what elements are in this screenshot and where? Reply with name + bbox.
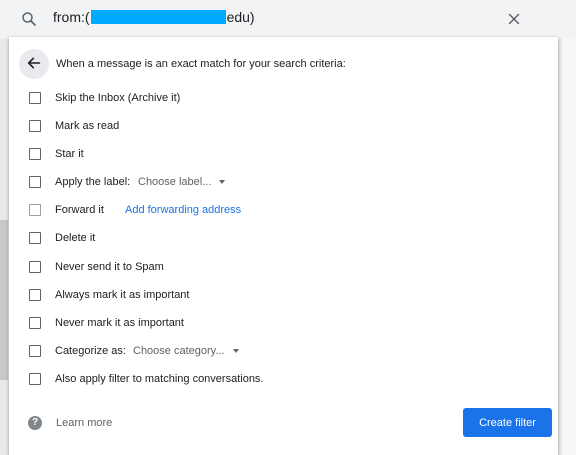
option-label: Categorize as: <box>55 345 126 357</box>
chevron-down-icon <box>219 180 226 184</box>
star-checkbox[interactable] <box>29 148 41 160</box>
option-label: Also apply filter to matching conversati… <box>55 373 264 385</box>
delete-checkbox[interactable] <box>29 232 41 244</box>
dropdown-value: Choose category... <box>133 345 225 357</box>
option-never-spam: Never send it to Spam <box>29 257 164 277</box>
option-star: Star it <box>29 144 84 164</box>
learn-more-link[interactable]: Learn more <box>56 417 112 429</box>
option-skip-inbox: Skip the Inbox (Archive it) <box>29 88 180 108</box>
always-important-checkbox[interactable] <box>29 289 41 301</box>
option-apply-matching: Also apply filter to matching conversati… <box>29 369 264 389</box>
option-label: Never mark it as important <box>55 317 184 329</box>
apply-label-checkbox[interactable] <box>29 176 41 188</box>
add-forwarding-address-link[interactable]: Add forwarding address <box>125 204 241 216</box>
option-label: Forward it <box>55 204 104 216</box>
option-apply-label: Apply the label: Choose label... <box>29 172 226 192</box>
apply-matching-checkbox[interactable] <box>29 373 41 385</box>
option-always-important: Always mark it as important <box>29 285 189 305</box>
dropdown-value: Choose label... <box>138 176 212 188</box>
option-label: Always mark it as important <box>55 289 190 301</box>
option-forward: Forward it Add forwarding address <box>29 200 241 220</box>
label-dropdown[interactable]: Choose label... <box>138 176 226 188</box>
search-icon[interactable] <box>20 10 38 28</box>
redacted-email <box>90 10 226 24</box>
arrow-left-icon <box>26 55 42 74</box>
background-sidebar <box>0 220 8 380</box>
option-label: Never send it to Spam <box>55 261 164 273</box>
category-dropdown[interactable]: Choose category... <box>133 345 239 357</box>
categorize-checkbox[interactable] <box>29 345 41 357</box>
never-important-checkbox[interactable] <box>29 317 41 329</box>
forward-checkbox[interactable] <box>29 204 41 216</box>
back-button[interactable] <box>19 49 49 79</box>
query-prefix: from:( <box>53 9 90 25</box>
filter-options-panel: When a message is an exact match for you… <box>9 37 558 455</box>
option-label: Mark as read <box>55 120 120 132</box>
option-label: Skip the Inbox (Archive it) <box>55 92 181 104</box>
option-label: Delete it <box>55 232 96 244</box>
option-label: Apply the label: <box>55 176 131 188</box>
option-label: Star it <box>55 148 84 160</box>
close-icon[interactable] <box>505 10 523 28</box>
create-filter-button[interactable]: Create filter <box>463 408 552 437</box>
option-categorize: Categorize as: Choose category... <box>29 341 239 361</box>
option-delete: Delete it <box>29 228 95 248</box>
search-bar: from:( edu) <box>0 0 576 38</box>
panel-heading: When a message is an exact match for you… <box>56 58 346 70</box>
chevron-down-icon <box>232 349 239 353</box>
mark-read-checkbox[interactable] <box>29 120 41 132</box>
option-never-important: Never mark it as important <box>29 313 184 333</box>
background-page <box>562 0 576 455</box>
option-mark-read: Mark as read <box>29 116 119 136</box>
help-icon[interactable]: ? <box>28 416 42 430</box>
search-input[interactable]: from:( edu) <box>53 9 255 25</box>
skip-inbox-checkbox[interactable] <box>29 92 41 104</box>
never-spam-checkbox[interactable] <box>29 261 41 273</box>
query-suffix: edu) <box>226 9 255 25</box>
